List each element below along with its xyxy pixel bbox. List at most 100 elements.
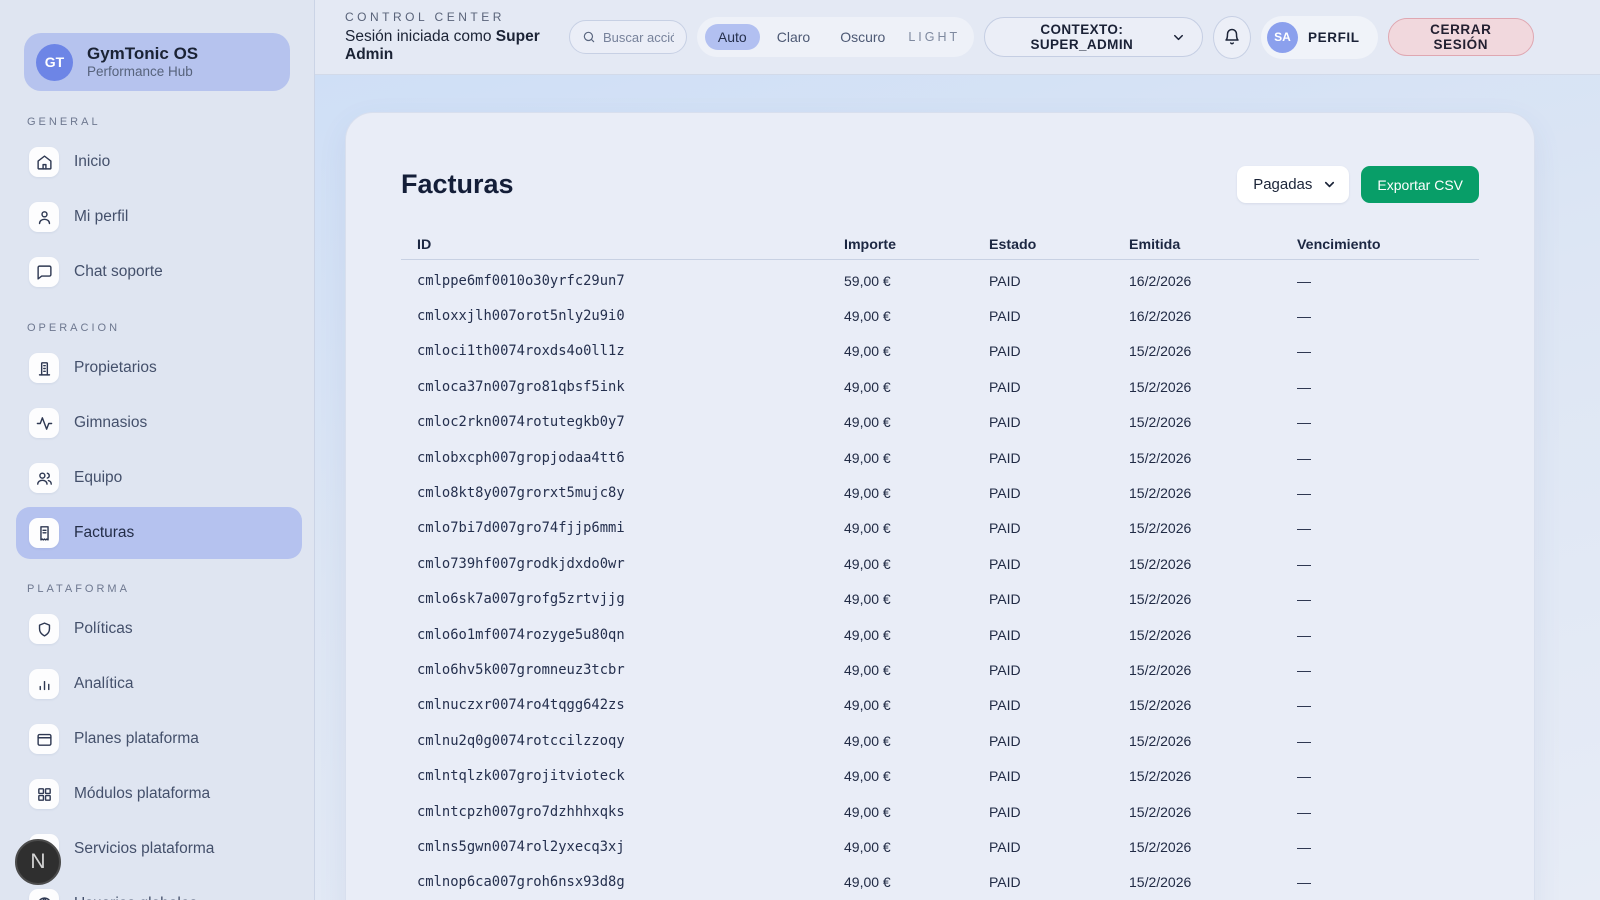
globe-icon: [29, 889, 59, 900]
profile-avatar: SA: [1267, 22, 1298, 53]
theme-oscuro-button[interactable]: Oscuro: [827, 24, 898, 50]
status-filter-select[interactable]: Pagadas: [1237, 166, 1349, 203]
cell-emitida: 15/2/2026: [1129, 627, 1297, 643]
session-block: CONTROL CENTER Sesión iniciada como Supe…: [345, 10, 559, 64]
cell-vencimiento: —: [1297, 308, 1479, 324]
table-row[interactable]: cmlo6hv5k007gromneuz3tcbr49,00 €PAID15/2…: [401, 652, 1479, 687]
sidebar-item-facturas[interactable]: Facturas: [16, 507, 302, 559]
export-csv-button[interactable]: Exportar CSV: [1361, 166, 1479, 203]
cell-estado: PAID: [989, 485, 1129, 501]
invoices-card: Facturas Pagadas Exportar CSV ID Importe…: [345, 112, 1535, 900]
table-row[interactable]: cmlntqlzk007grojitvioteck49,00 €PAID15/2…: [401, 758, 1479, 793]
sidebar-item-planes-plataforma[interactable]: Planes plataforma: [16, 713, 302, 765]
sidebar-item-usuarios-globales[interactable]: Usuarios globales: [16, 878, 302, 900]
table-row[interactable]: cmloca37n007gro81qbsf5ink49,00 €PAID15/2…: [401, 369, 1479, 404]
cell-importe: 49,00 €: [844, 379, 989, 395]
cell-vencimiento: —: [1297, 874, 1479, 890]
table-row[interactable]: cmlntcpzh007gro7dzhhhxqks49,00 €PAID15/2…: [401, 794, 1479, 829]
table-row[interactable]: cmlo6o1mf0074rozyge5u80qn49,00 €PAID15/2…: [401, 617, 1479, 652]
cell-estado: PAID: [989, 874, 1129, 890]
theme-auto-button[interactable]: Auto: [705, 24, 760, 50]
sidebar-item-label: Planes plataforma: [74, 730, 199, 748]
cell-estado: PAID: [989, 520, 1129, 536]
table-row[interactable]: cmlns5gwn0074rol2yxecq3xj49,00 €PAID15/2…: [401, 829, 1479, 864]
table-row[interactable]: cmlo6sk7a007grofg5zrtvjjg49,00 €PAID15/2…: [401, 582, 1479, 617]
table-row[interactable]: cmloxxjlh007orot5nly2u9i049,00 €PAID16/2…: [401, 298, 1479, 333]
cell-id: cmlo6o1mf0074rozyge5u80qn: [401, 627, 844, 643]
cell-id: cmlo6hv5k007gromneuz3tcbr: [401, 662, 844, 678]
cell-emitida: 15/2/2026: [1129, 520, 1297, 536]
cell-emitida: 16/2/2026: [1129, 308, 1297, 324]
brand-text: GymTonic OS Performance Hub: [87, 43, 198, 81]
sidebar-item-propietarios[interactable]: Propietarios: [16, 342, 302, 394]
table-row[interactable]: cmloci1th0074roxds4o0ll1z49,00 €PAID15/2…: [401, 334, 1479, 369]
cell-importe: 49,00 €: [844, 697, 989, 713]
shield-icon: [29, 614, 59, 644]
theme-claro-button[interactable]: Claro: [764, 24, 823, 50]
cell-id: cmlnu2q0g0074rotccilzzoqy: [401, 733, 844, 749]
cell-estado: PAID: [989, 697, 1129, 713]
cell-vencimiento: —: [1297, 379, 1479, 395]
cell-importe: 49,00 €: [844, 591, 989, 607]
cell-emitida: 15/2/2026: [1129, 414, 1297, 430]
cell-estado: PAID: [989, 414, 1129, 430]
sidebar-item-inicio[interactable]: Inicio: [16, 136, 302, 188]
cell-estado: PAID: [989, 273, 1129, 289]
context-selector[interactable]: CONTEXTO: SUPER_ADMIN: [984, 17, 1203, 57]
table-row[interactable]: cmlo8kt8y007grorxt5mujc8y49,00 €PAID15/2…: [401, 475, 1479, 510]
sidebar-item-label: Servicios plataforma: [74, 840, 214, 858]
sidebar-item-label: Facturas: [74, 524, 134, 542]
cell-id: cmloc2rkn0074rotutegkb0y7: [401, 414, 844, 430]
bar-chart-icon: [29, 669, 59, 699]
sidebar-item-label: Políticas: [74, 620, 133, 638]
cell-vencimiento: —: [1297, 343, 1479, 359]
notifications-button[interactable]: [1213, 16, 1251, 59]
table-row[interactable]: cmlnuczxr0074ro4tqgg642zs49,00 €PAID15/2…: [401, 688, 1479, 723]
cell-vencimiento: —: [1297, 591, 1479, 607]
receipt-icon: [29, 518, 59, 548]
table-row[interactable]: cmlo739hf007grodkjdxdo0wr49,00 €PAID15/2…: [401, 546, 1479, 581]
sidebar-item-politicas[interactable]: Políticas: [16, 603, 302, 655]
section-label-operacion: OPERACION: [27, 322, 314, 334]
column-header-estado: Estado: [989, 237, 1129, 253]
cell-importe: 59,00 €: [844, 273, 989, 289]
dev-tools-badge[interactable]: N: [15, 839, 61, 885]
sidebar-item-mi-perfil[interactable]: Mi perfil: [16, 191, 302, 243]
cell-emitida: 15/2/2026: [1129, 768, 1297, 784]
profile-label: PERFIL: [1308, 30, 1360, 45]
sidebar-item-gimnasios[interactable]: Gimnasios: [16, 397, 302, 449]
sidebar-item-label: Gimnasios: [74, 414, 147, 432]
brand-title: GymTonic OS: [87, 43, 198, 64]
cell-emitida: 15/2/2026: [1129, 874, 1297, 890]
cell-estado: PAID: [989, 768, 1129, 784]
table-row[interactable]: cmloc2rkn0074rotutegkb0y749,00 €PAID15/2…: [401, 405, 1479, 440]
table-row[interactable]: cmlo7bi7d007gro74fjjp6mmi49,00 €PAID15/2…: [401, 511, 1479, 546]
cell-emitida: 16/2/2026: [1129, 273, 1297, 289]
sidebar-item-label: Usuarios globales: [74, 895, 197, 900]
logout-button[interactable]: CERRAR SESIÓN: [1388, 18, 1534, 56]
cell-vencimiento: —: [1297, 627, 1479, 643]
brand-avatar: GT: [36, 44, 73, 81]
sidebar-item-label: Módulos plataforma: [74, 785, 210, 803]
search-input[interactable]: [603, 30, 674, 45]
table-row[interactable]: cmlppe6mf0010o30yrfc29un759,00 €PAID16/2…: [401, 263, 1479, 298]
sidebar-item-chat-soporte[interactable]: Chat soporte: [16, 246, 302, 298]
cell-emitida: 15/2/2026: [1129, 804, 1297, 820]
sidebar-item-analitica[interactable]: Analítica: [16, 658, 302, 710]
cell-importe: 49,00 €: [844, 874, 989, 890]
search-box[interactable]: [569, 20, 687, 54]
invoices-table: ID Importe Estado Emitida Vencimiento cm…: [401, 230, 1479, 900]
profile-button[interactable]: SA PERFIL: [1261, 16, 1378, 59]
cell-id: cmlo739hf007grodkjdxdo0wr: [401, 556, 844, 572]
column-header-vencimiento: Vencimiento: [1297, 237, 1479, 253]
sidebar-item-equipo[interactable]: Equipo: [16, 452, 302, 504]
table-row[interactable]: cmlobxcph007gropjodaa4tt649,00 €PAID15/2…: [401, 440, 1479, 475]
cell-emitida: 15/2/2026: [1129, 591, 1297, 607]
table-row[interactable]: cmlnop6ca007groh6nsx93d8g49,00 €PAID15/2…: [401, 865, 1479, 900]
table-row[interactable]: cmlnu2q0g0074rotccilzzoqy49,00 €PAID15/2…: [401, 723, 1479, 758]
sidebar-nav: GENERALInicioMi perfilChat soporteOPERAC…: [0, 116, 314, 900]
cell-id: cmlo8kt8y007grorxt5mujc8y: [401, 485, 844, 501]
section-label-plataforma: PLATAFORMA: [27, 583, 314, 595]
brand-card[interactable]: GT GymTonic OS Performance Hub: [24, 33, 290, 91]
sidebar-item-modulos-plataforma[interactable]: Módulos plataforma: [16, 768, 302, 820]
